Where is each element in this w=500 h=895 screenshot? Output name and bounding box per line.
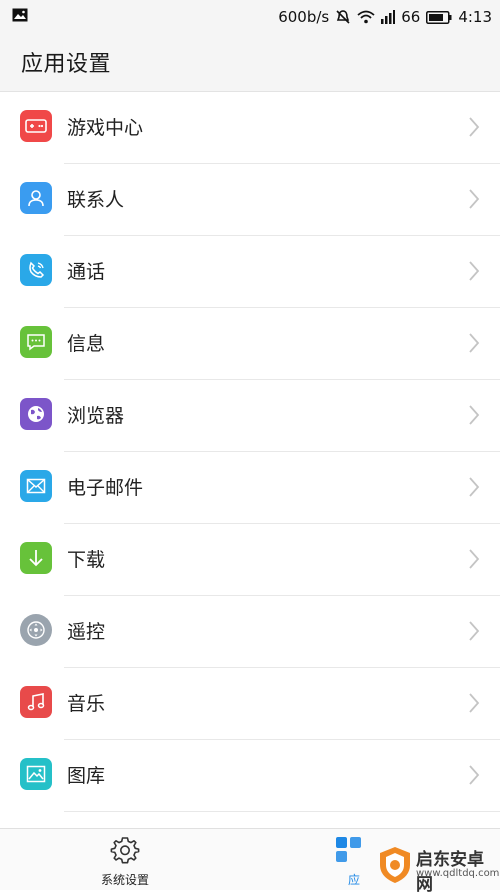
settings-item-gallery[interactable]: 图库 [0, 740, 500, 812]
settings-item-label: 通话 [67, 261, 106, 283]
settings-item-label: 联系人 [67, 189, 125, 211]
chevron-right-icon [468, 548, 480, 574]
chevron-right-icon [468, 404, 480, 430]
phone-icon [20, 254, 52, 286]
message-icon [20, 326, 52, 358]
chevron-right-icon [468, 188, 480, 214]
settings-item-label: 下载 [67, 549, 106, 571]
row-divider [64, 811, 500, 812]
download-icon [20, 542, 52, 574]
settings-item-label: 音乐 [67, 693, 106, 715]
chevron-right-icon [468, 332, 480, 358]
watermark-shield-icon [378, 845, 412, 889]
status-bar: 600b/s 66 4:13 [0, 0, 500, 34]
chevron-right-icon [468, 116, 480, 142]
settings-item-calls[interactable]: 通话 [0, 236, 500, 308]
settings-item-label: 电子邮件 [67, 477, 144, 499]
settings-item-contacts[interactable]: 联系人 [0, 164, 500, 236]
chevron-right-icon [468, 476, 480, 502]
nav-label: 系统设置 [100, 873, 149, 887]
chevron-right-icon [468, 692, 480, 718]
mute-icon [335, 9, 351, 25]
settings-list: 游戏中心 联系人 通话 信息 浏览器 电子邮件 下载 遥控 音乐 图库 [0, 92, 500, 812]
cell-signal-icon [381, 10, 396, 24]
clock: 4:13 [458, 8, 492, 26]
settings-item-label: 游戏中心 [67, 117, 144, 139]
wifi-icon [357, 10, 375, 24]
settings-item-music[interactable]: 音乐 [0, 668, 500, 740]
gear-icon [110, 835, 140, 869]
settings-item-label: 信息 [67, 333, 106, 355]
signal-value: 66 [401, 8, 421, 26]
chevron-right-icon [468, 260, 480, 286]
settings-item-game-center[interactable]: 游戏中心 [0, 92, 500, 164]
battery-icon [426, 10, 452, 24]
chevron-right-icon [468, 620, 480, 646]
settings-item-label: 浏览器 [67, 405, 125, 427]
gamepad-icon [20, 110, 52, 142]
title-bar: 应用设置 [0, 34, 500, 92]
settings-item-remote[interactable]: 遥控 [0, 596, 500, 668]
gallery-icon [20, 758, 52, 790]
globe-icon [20, 398, 52, 430]
apps-grid-icon [334, 835, 364, 869]
remote-icon [20, 614, 52, 646]
settings-item-label: 图库 [67, 765, 106, 787]
mail-icon [20, 470, 52, 502]
music-icon [20, 686, 52, 718]
settings-item-downloads[interactable]: 下载 [0, 524, 500, 596]
contact-icon [20, 182, 52, 214]
settings-item-messages[interactable]: 信息 [0, 308, 500, 380]
chevron-right-icon [468, 764, 480, 790]
page-title: 应用设置 [21, 52, 112, 77]
settings-item-label: 遥控 [67, 621, 106, 643]
settings-item-browser[interactable]: 浏览器 [0, 380, 500, 452]
network-speed: 600b/s [278, 8, 330, 26]
nav-system-settings[interactable]: 系统设置 [70, 829, 180, 890]
watermark-logo: 启东安卓网 www.qdltdq.com [372, 841, 500, 895]
watermark-url: www.qdltdq.com [416, 868, 500, 879]
image-notification-icon [12, 8, 28, 22]
settings-item-email[interactable]: 电子邮件 [0, 452, 500, 524]
